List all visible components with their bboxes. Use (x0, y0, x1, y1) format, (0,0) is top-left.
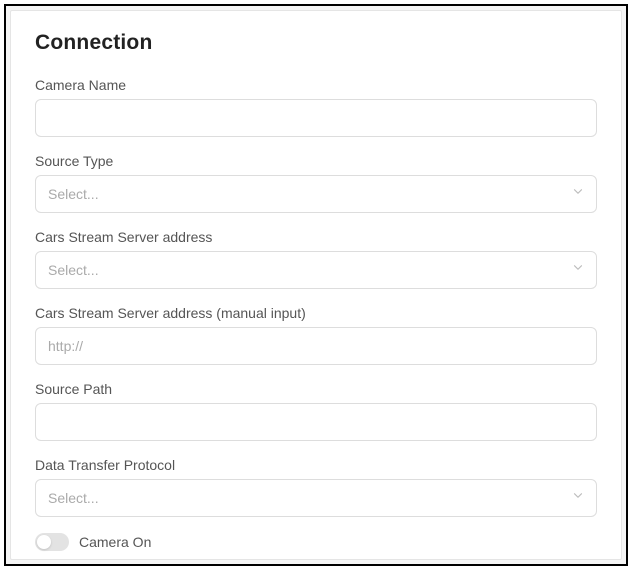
camera-name-input[interactable] (35, 99, 597, 137)
source-type-group: Source Type Select... (35, 153, 597, 213)
transfer-protocol-select[interactable]: Select... (35, 479, 597, 517)
stream-server-label: Cars Stream Server address (35, 229, 597, 245)
section-title: Connection (35, 31, 597, 55)
connection-card: Connection Camera Name Source Type Selec… (10, 10, 622, 560)
source-path-group: Source Path (35, 381, 597, 441)
form-frame: Connection Camera Name Source Type Selec… (4, 4, 628, 566)
source-path-label: Source Path (35, 381, 597, 397)
source-path-input[interactable] (35, 403, 597, 441)
transfer-protocol-group: Data Transfer Protocol Select... (35, 457, 597, 517)
camera-name-label: Camera Name (35, 77, 597, 93)
stream-server-selected: Select... (48, 262, 99, 278)
camera-on-toggle[interactable] (35, 533, 69, 551)
camera-on-label: Camera On (79, 534, 151, 550)
stream-server-group: Cars Stream Server address Select... (35, 229, 597, 289)
transfer-protocol-label: Data Transfer Protocol (35, 457, 597, 473)
transfer-protocol-selected: Select... (48, 490, 99, 506)
source-type-label: Source Type (35, 153, 597, 169)
toggle-knob (37, 535, 51, 549)
camera-on-row: Camera On (35, 533, 597, 551)
source-type-selected: Select... (48, 186, 99, 202)
stream-server-manual-group: Cars Stream Server address (manual input… (35, 305, 597, 365)
stream-server-manual-label: Cars Stream Server address (manual input… (35, 305, 597, 321)
camera-name-group: Camera Name (35, 77, 597, 137)
source-type-select[interactable]: Select... (35, 175, 597, 213)
stream-server-select[interactable]: Select... (35, 251, 597, 289)
stream-server-manual-input[interactable] (35, 327, 597, 365)
